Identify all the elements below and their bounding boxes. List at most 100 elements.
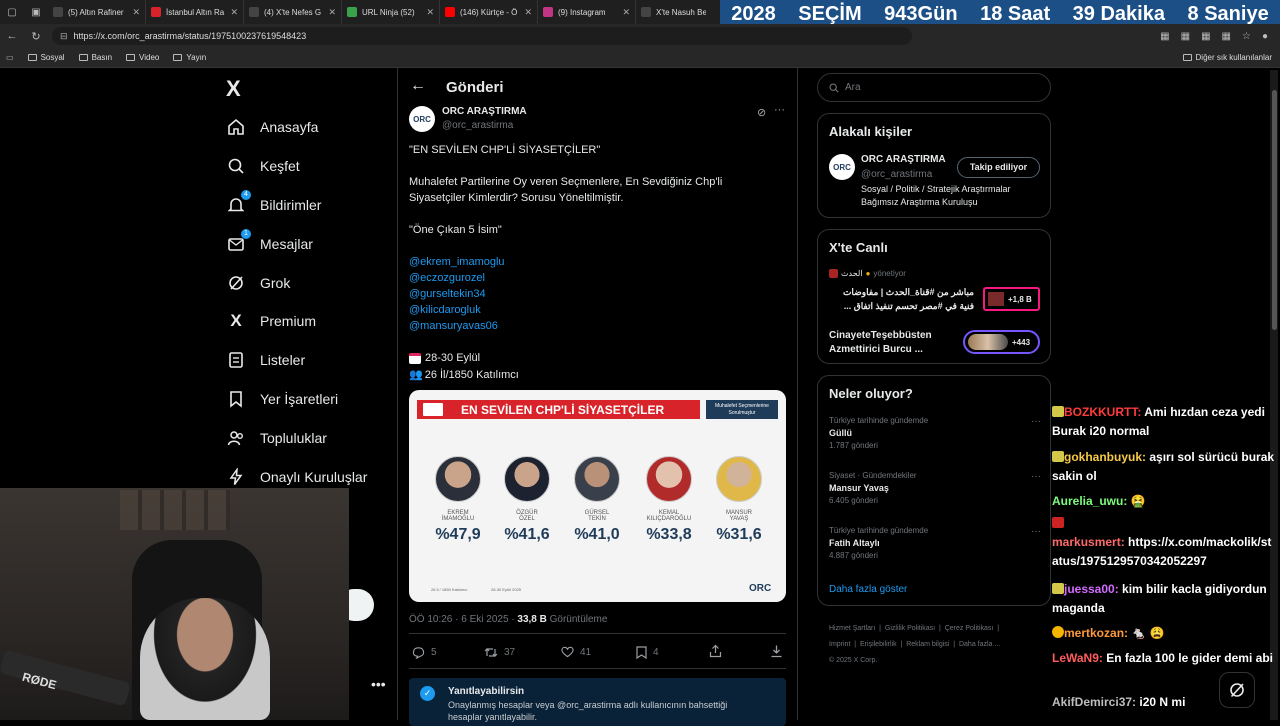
tab-actions-icon[interactable]: ▣ <box>24 0 48 24</box>
chat-username[interactable]: BOZKKURTT: <box>1064 405 1141 419</box>
workspaces-icon[interactable]: ▢ <box>0 0 24 24</box>
trend-more-icon[interactable]: ··· <box>1031 526 1041 537</box>
chat-username[interactable]: juessa00: <box>1064 582 1119 596</box>
chat-username[interactable]: LeWaN9: <box>1052 651 1103 665</box>
footer-link[interactable]: Hizmet Şartları <box>829 625 875 632</box>
related-name[interactable]: ORC ARAŞTIRMA <box>861 154 946 165</box>
bookmark-button[interactable]: 4 <box>636 646 659 659</box>
author-handle[interactable]: @orc_arastirma <box>442 120 513 131</box>
nav-communities[interactable]: Topluluklar <box>226 423 327 453</box>
post-timestamp[interactable]: ÖÖ 10:26 · 6 Eki 2025 · <box>409 614 517 625</box>
mention-link[interactable]: @gurseltekin34 <box>409 288 486 300</box>
related-handle[interactable]: @orc_arastirma <box>861 169 932 180</box>
chat-username[interactable]: Aurelia_uwu: <box>1052 494 1127 508</box>
grok-explain-icon[interactable]: ⊘ <box>757 106 766 119</box>
scrollbar-thumb[interactable] <box>1271 90 1277 330</box>
search-box[interactable]: Ara <box>817 73 1051 102</box>
url-field[interactable]: ⊟ https://x.com/orc_arastirma/status/197… <box>52 27 912 45</box>
nav-explore[interactable]: Keşfet <box>226 151 300 181</box>
profile-avatar[interactable]: ● <box>1262 31 1268 42</box>
live-title-line[interactable]: مباشر من #قناة_الحدث | مفاوضات <box>829 287 974 298</box>
post-image[interactable]: EN SEVİLEN CHP'Lİ SİYASETÇİLER Muhalefet… <box>409 390 786 602</box>
related-avatar[interactable]: ORC <box>829 154 855 180</box>
reload-icon[interactable]: ↻ <box>24 30 48 43</box>
chat-username[interactable]: mertkozan: <box>1064 626 1128 640</box>
tab-close-icon[interactable]: ✕ <box>524 7 532 18</box>
trend-more-icon[interactable]: ··· <box>1031 416 1041 427</box>
mention-link[interactable]: @kilicdarogluk <box>409 304 481 316</box>
browser-tab[interactable]: (5) Altın Rafiner ✕ <box>48 0 146 24</box>
favorites-icon[interactable]: ☆ <box>1242 31 1251 42</box>
trend-item[interactable]: Türkiye tarihinde gündemde Güllü 1.787 g… <box>829 416 1041 450</box>
bookmark-folder[interactable]: Basın <box>78 53 112 62</box>
listener-avatar <box>988 292 1004 306</box>
live-listener-pill[interactable]: +443 <box>963 330 1040 354</box>
mention-link[interactable]: @mansuryavas06 <box>409 320 498 332</box>
chat-username[interactable]: AkifDemirci37: <box>1052 695 1136 709</box>
footer-link[interactable]: Imprint <box>829 641 850 648</box>
extension-icon[interactable]: ▦ <box>1201 31 1210 42</box>
extension-icon[interactable]: ▦ <box>1181 31 1190 42</box>
chat-username[interactable]: markusmert: <box>1052 535 1125 549</box>
footer-link[interactable]: Daha fazla ... <box>959 641 1000 648</box>
footer-link[interactable]: Gizlilik Politikası <box>885 625 935 632</box>
extension-icon[interactable]: ▦ <box>1160 31 1169 42</box>
footer-link[interactable]: Reklam bilgisi <box>906 641 949 648</box>
show-more-link[interactable]: Daha fazla göster <box>829 584 907 595</box>
post-more-icon[interactable]: ··· <box>774 104 785 116</box>
folder-icon <box>27 54 37 61</box>
mention-link[interactable]: @ekrem_imamoglu <box>409 256 505 268</box>
trend-item[interactable]: Türkiye tarihinde gündemde Fatih Altaylı… <box>829 526 1041 560</box>
nav-bookmarks[interactable]: Yer İşaretleri <box>226 384 338 414</box>
share-icon[interactable] <box>709 644 722 663</box>
grok-floating-button[interactable] <box>1219 672 1255 708</box>
site-info-icon[interactable]: ⊟ <box>60 31 68 42</box>
chat-username[interactable]: gokhanbuyuk: <box>1064 450 1146 464</box>
trend-more-icon[interactable]: ··· <box>1031 471 1041 482</box>
browser-tab[interactable]: (4) X'te Nefes G ✕ <box>244 0 342 24</box>
nav-home[interactable]: Anasayfa <box>226 112 318 142</box>
follow-button[interactable]: Takip ediliyor <box>957 157 1040 178</box>
back-arrow-icon[interactable]: ← <box>410 77 426 95</box>
nav-premium[interactable]: X Premium <box>226 306 316 336</box>
more-icon[interactable]: ••• <box>371 676 386 692</box>
browser-tab[interactable]: X'te Nasuh Be <box>636 0 706 24</box>
back-icon[interactable]: ← <box>0 30 24 42</box>
tab-close-icon[interactable]: ✕ <box>132 7 140 18</box>
tab-close-icon[interactable]: ✕ <box>426 7 434 18</box>
bookmark-folder[interactable]: Sosyal <box>27 53 65 62</box>
footer-link[interactable]: Erişilebilirlik <box>860 641 897 648</box>
bookmark-folder[interactable]: Yayın <box>173 53 206 62</box>
author-avatar[interactable]: ORC <box>409 106 435 132</box>
tab-close-icon[interactable]: ✕ <box>230 7 238 18</box>
trend-item[interactable]: Siyaset · Gündemdekiler Mansur Yavaş 6.4… <box>829 471 1041 505</box>
browser-tab[interactable]: (146) Kürtçe - Ö ✕ <box>440 0 538 24</box>
bookmark-folder[interactable]: Video <box>126 53 159 62</box>
nav-notifications[interactable]: 4 Bildirimler <box>226 190 321 220</box>
live-title-line[interactable]: Azmettirici Burcu ... <box>829 344 923 355</box>
live-title-line[interactable]: فنية في #مصر تحسم تنفيذ اتفاق ... <box>829 301 974 312</box>
nav-messages[interactable]: 1 Mesajlar <box>226 229 313 259</box>
tab-close-icon[interactable]: ✕ <box>328 7 336 18</box>
live-listener-pill[interactable]: +1,8 B <box>983 287 1040 311</box>
browser-tab[interactable]: İstanbul Altın Ra ✕ <box>146 0 244 24</box>
page-scrollbar[interactable] <box>1270 70 1278 720</box>
like-button[interactable]: 41 <box>561 646 591 658</box>
browser-tab[interactable]: URL Ninja (52) ✕ <box>342 0 440 24</box>
bookmark-icon[interactable]: ▭ <box>6 53 14 62</box>
mention-link[interactable]: @eczozgurozel <box>409 272 485 284</box>
extension-icon[interactable]: ▦ <box>1222 31 1231 42</box>
download-icon[interactable] <box>770 644 783 663</box>
retweet-button[interactable]: 37 <box>484 646 515 659</box>
other-bookmarks[interactable]: Diğer sık kullanılanlar <box>1182 53 1272 62</box>
x-logo[interactable]: X <box>226 76 241 102</box>
nav-grok[interactable]: Grok <box>226 268 290 298</box>
author-name[interactable]: ORC ARAŞTIRMA <box>442 106 527 117</box>
tab-close-icon[interactable]: ✕ <box>622 7 630 18</box>
live-title-line[interactable]: CinayeteTeşebbüsten <box>829 330 932 341</box>
reply-button[interactable]: 5 <box>412 646 437 659</box>
footer-link[interactable]: Çerez Politikası <box>945 625 994 632</box>
browser-tab[interactable]: (9) Instagram ✕ <box>538 0 636 24</box>
live-host[interactable]: الحدث ● yönetiyor <box>829 269 906 278</box>
nav-lists[interactable]: Listeler <box>226 345 305 375</box>
